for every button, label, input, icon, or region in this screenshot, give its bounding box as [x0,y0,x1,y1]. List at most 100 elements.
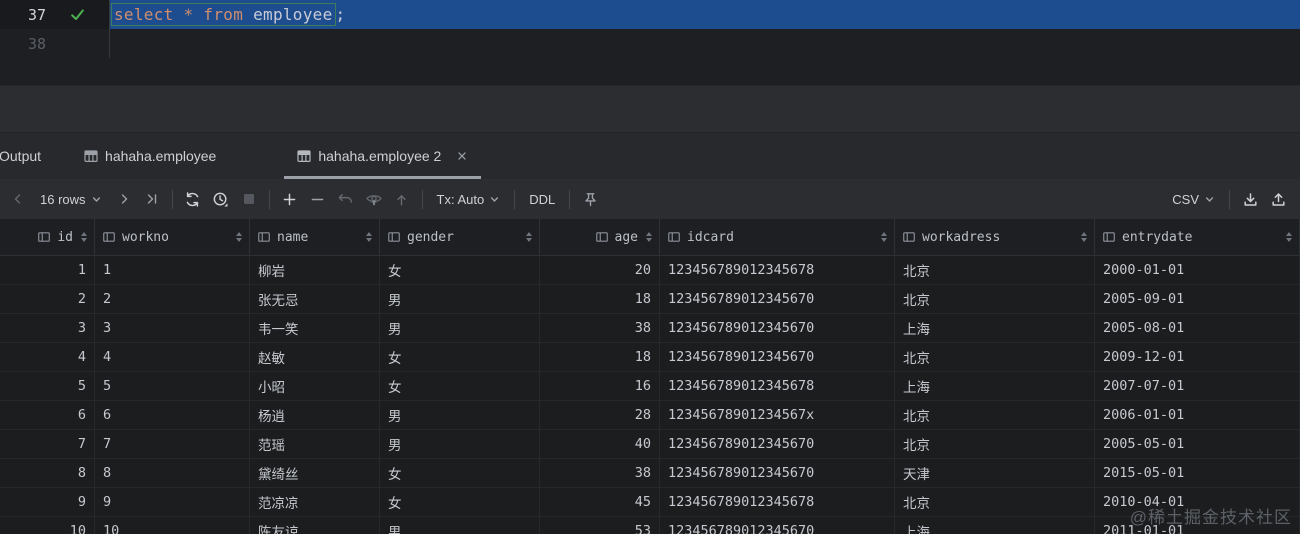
cell-idcard[interactable]: 123456789012345670 [660,285,895,314]
cell-name[interactable]: 张无忌 [250,285,380,314]
cell-idcard[interactable]: 123456789012345678 [660,256,895,285]
cell-workadress[interactable]: 北京 [895,430,1095,459]
cell-workno[interactable]: 6 [95,401,250,430]
tab-hahaha-employee-2[interactable]: hahaha.employee 2 [284,133,482,179]
cell-age[interactable]: 38 [540,314,660,343]
cell-id[interactable]: 4 [0,343,95,372]
cell-workadress[interactable]: 北京 [895,256,1095,285]
ddl-button[interactable]: DDL [521,192,563,207]
cell-name[interactable]: 范凉凉 [250,488,380,517]
statement-success-check-icon[interactable] [46,6,108,23]
column-header-id[interactable]: id [0,219,95,255]
cell-name[interactable]: 小昭 [250,372,380,401]
submit-icon[interactable] [388,186,416,212]
cell-age[interactable]: 28 [540,401,660,430]
sort-arrows-icon[interactable] [1286,232,1292,242]
cell-gender[interactable]: 女 [380,459,540,488]
cell-entrydate[interactable]: 2011-01-01 [1095,517,1300,534]
column-header-workno[interactable]: workno [95,219,250,255]
cell-age[interactable]: 38 [540,459,660,488]
cell-gender[interactable]: 男 [380,430,540,459]
cell-gender[interactable]: 女 [380,343,540,372]
cell-age[interactable]: 16 [540,372,660,401]
cell-name[interactable]: 范瑶 [250,430,380,459]
undo-icon[interactable] [332,186,360,212]
column-header-age[interactable]: age [540,219,660,255]
sql-editor[interactable]: 37 select * from employee; 38 [0,0,1300,85]
cell-idcard[interactable]: 123456789012345670 [660,314,895,343]
row-count-dropdown[interactable]: 16 rows [32,192,110,207]
cell-workno[interactable]: 7 [95,430,250,459]
cell-gender[interactable]: 女 [380,488,540,517]
cell-workno[interactable]: 9 [95,488,250,517]
column-header-gender[interactable]: gender [380,219,540,255]
cell-age[interactable]: 20 [540,256,660,285]
cell-id[interactable]: 6 [0,401,95,430]
cell-workadress[interactable]: 北京 [895,401,1095,430]
cell-idcard[interactable]: 123456789012345678 [660,372,895,401]
cell-name[interactable]: 赵敏 [250,343,380,372]
next-page-button[interactable] [110,186,138,212]
column-header-entrydate[interactable]: entrydate [1095,219,1300,255]
cell-age[interactable]: 45 [540,488,660,517]
last-page-button[interactable] [138,186,166,212]
cell-entrydate[interactable]: 2005-05-01 [1095,430,1300,459]
cell-entrydate[interactable]: 2005-09-01 [1095,285,1300,314]
cell-gender[interactable]: 女 [380,256,540,285]
empty-code-line[interactable] [110,29,1300,58]
cell-name[interactable]: 韦一笑 [250,314,380,343]
cell-entrydate[interactable]: 2000-01-01 [1095,256,1300,285]
cell-id[interactable]: 9 [0,488,95,517]
column-header-idcard[interactable]: idcard [660,219,895,255]
preview-changes-icon[interactable] [360,186,388,212]
cell-id[interactable]: 8 [0,459,95,488]
cell-workadress[interactable]: 天津 [895,459,1095,488]
cell-idcard[interactable]: 123456789012345670 [660,459,895,488]
cell-gender[interactable]: 男 [380,314,540,343]
cell-gender[interactable]: 男 [380,517,540,534]
close-icon[interactable] [455,149,469,163]
cell-entrydate[interactable]: 2007-07-01 [1095,372,1300,401]
cell-workadress[interactable]: 上海 [895,517,1095,534]
cell-name[interactable]: 陈友谅 [250,517,380,534]
sql-statement-line[interactable]: select * from employee; [110,0,1300,29]
cell-workno[interactable]: 8 [95,459,250,488]
cell-age[interactable]: 18 [540,285,660,314]
cell-workno[interactable]: 3 [95,314,250,343]
add-row-button[interactable] [276,186,304,212]
cell-entrydate[interactable]: 2006-01-01 [1095,401,1300,430]
cell-id[interactable]: 10 [0,517,95,534]
tx-mode-dropdown[interactable]: Tx: Auto [429,192,509,207]
cell-age[interactable]: 18 [540,343,660,372]
delete-row-button[interactable] [304,186,332,212]
cell-name[interactable]: 黛绮丝 [250,459,380,488]
cell-id[interactable]: 1 [0,256,95,285]
cell-gender[interactable]: 男 [380,401,540,430]
pin-icon[interactable] [576,186,604,212]
cell-age[interactable]: 40 [540,430,660,459]
sort-arrows-icon[interactable] [236,232,242,242]
download-icon[interactable] [1236,186,1264,212]
cell-workno[interactable]: 4 [95,343,250,372]
column-header-workadress[interactable]: workadress [895,219,1095,255]
cell-id[interactable]: 3 [0,314,95,343]
cell-workno[interactable]: 10 [95,517,250,534]
sort-arrows-icon[interactable] [1081,232,1087,242]
cell-entrydate[interactable]: 2005-08-01 [1095,314,1300,343]
cell-workadress[interactable]: 北京 [895,343,1095,372]
cell-idcard[interactable]: 123456789012345670 [660,430,895,459]
export-format-dropdown[interactable]: CSV [1164,192,1223,207]
sort-arrows-icon[interactable] [366,232,372,242]
cell-workno[interactable]: 1 [95,256,250,285]
cell-gender[interactable]: 女 [380,372,540,401]
cell-idcard[interactable]: 123456789012345670 [660,517,895,534]
cell-age[interactable]: 53 [540,517,660,534]
refresh-button[interactable] [179,186,207,212]
sort-arrows-icon[interactable] [526,232,532,242]
cell-name[interactable]: 柳岩 [250,256,380,285]
cell-workno[interactable]: 2 [95,285,250,314]
cell-id[interactable]: 7 [0,430,95,459]
cell-id[interactable]: 5 [0,372,95,401]
column-header-name[interactable]: name [250,219,380,255]
upload-icon[interactable] [1264,186,1292,212]
